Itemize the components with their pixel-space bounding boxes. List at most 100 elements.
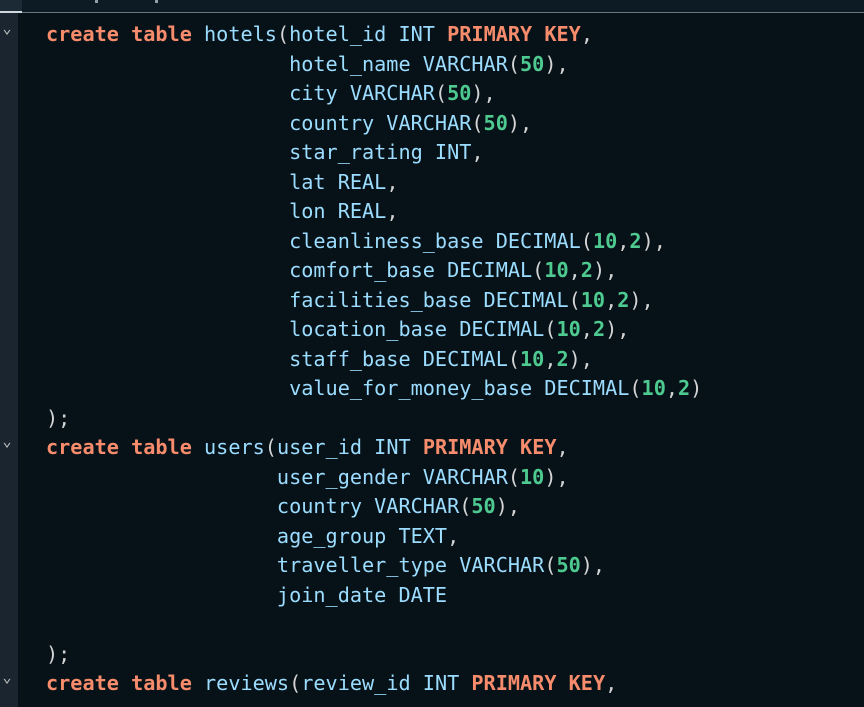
sql-identifier: hotel_id INT: [289, 22, 448, 46]
code-line[interactable]: location_base DECIMAL(10,2),: [46, 315, 629, 344]
sql-punctuation: ,: [568, 258, 581, 282]
code-line[interactable]: country VARCHAR(50),: [46, 109, 532, 138]
sql-punctuation: ),: [568, 346, 593, 371]
sql-punctuation: ): [690, 376, 703, 400]
code-line[interactable]: star_rating INT,: [46, 138, 483, 167]
fold-chevron-icon[interactable]: ⌄: [0, 14, 14, 43]
sql-identifier: value_for_money_base DECIMAL: [46, 376, 630, 400]
fold-chevron-icon[interactable]: ⌄: [0, 427, 14, 456]
sql-identifier: user_id INT: [276, 435, 423, 459]
code-line[interactable]: staff_base DECIMAL(10,2),: [46, 345, 593, 374]
code-line[interactable]: join_date DATE: [46, 581, 447, 610]
sql-number: 50: [447, 81, 472, 105]
sql-number: 10: [520, 346, 545, 371]
sql-punctuation: (: [568, 287, 581, 312]
sql-number: 50: [483, 110, 508, 135]
sql-identifier: review_id INT: [301, 671, 472, 695]
sql-identifier: city VARCHAR: [46, 81, 435, 105]
code-line[interactable]: country VARCHAR(50),: [46, 492, 520, 521]
sql-punctuation: ),: [605, 317, 630, 341]
sql-identifier: join_date DATE: [46, 582, 448, 607]
tab-glyph: [95, 0, 98, 3]
sql-number: 10: [544, 258, 569, 282]
sql-punctuation: ,: [447, 523, 460, 548]
code-line[interactable]: facilities_base DECIMAL(10,2),: [46, 286, 654, 315]
sql-punctuation: ),: [495, 494, 521, 518]
sql-identifier: staff_base DECIMAL: [46, 346, 508, 371]
sql-keyword: create table: [46, 22, 192, 46]
code-line[interactable]: traveller_type VARCHAR(50),: [46, 551, 605, 580]
sql-keyword: create table: [46, 435, 192, 459]
editor-tab-bar: [0, 0, 864, 13]
sql-number: 2: [556, 346, 569, 371]
sql-punctuation: ),: [507, 110, 533, 135]
sql-punctuation: ,: [544, 346, 557, 371]
code-line[interactable]: user_gender VARCHAR(10),: [46, 463, 569, 492]
code-line[interactable]: create table users(user_id INT PRIMARY K…: [46, 433, 569, 462]
code-line[interactable]: value_for_money_base DECIMAL(10,2): [46, 374, 702, 403]
sql-keyword: create table: [46, 671, 192, 695]
sql-punctuation: ,: [580, 317, 593, 341]
sql-keyword: PRIMARY KEY: [447, 22, 581, 46]
sql-identifier: hotel_name VARCHAR: [46, 51, 508, 76]
sql-number: 2: [629, 228, 642, 253]
code-line[interactable]: hotel_name VARCHAR(50),: [46, 50, 569, 79]
sql-punctuation: (: [276, 22, 290, 46]
code-line[interactable]: comfort_base DECIMAL(10,2),: [46, 256, 617, 285]
sql-punctuation: ),: [471, 81, 496, 105]
sql-punctuation: (: [434, 81, 448, 105]
sql-identifier: facilities_base DECIMAL: [46, 287, 569, 312]
sql-number: 2: [580, 258, 593, 282]
sql-punctuation: ),: [592, 258, 618, 282]
sql-punctuation: );: [46, 641, 71, 666]
sql-identifier: cleanliness_base DECIMAL: [46, 228, 581, 253]
sql-punctuation: ,: [605, 671, 618, 695]
code-line[interactable]: city VARCHAR(50),: [46, 79, 496, 108]
sql-punctuation: ,: [580, 22, 593, 46]
sql-identifier: hotels: [191, 22, 277, 46]
sql-identifier: age_group TEXT: [46, 523, 448, 548]
sql-punctuation: (: [544, 317, 557, 341]
sql-identifier: comfort_base DECIMAL: [46, 258, 533, 282]
sql-punctuation: (: [289, 671, 302, 695]
sql-identifier: reviews: [191, 671, 290, 695]
sql-punctuation: ,: [605, 287, 618, 312]
sql-identifier: traveller_type VARCHAR: [46, 553, 545, 577]
fold-chevron-icon[interactable]: ⌄: [0, 663, 14, 692]
sql-identifier: lat REAL: [46, 169, 387, 194]
sql-punctuation: (: [264, 435, 277, 459]
code-line[interactable]: create table hotels(hotel_id INT PRIMARY…: [46, 20, 593, 49]
sql-punctuation: );: [46, 405, 71, 430]
sql-number: 2: [617, 287, 630, 312]
sql-punctuation: (: [629, 376, 642, 400]
code-editor[interactable]: create table hotels(hotel_id INT PRIMARY…: [18, 13, 864, 707]
sql-punctuation: ,: [556, 435, 569, 459]
sql-identifier: user_gender VARCHAR: [46, 464, 508, 489]
active-editor-tab[interactable]: [0, 0, 22, 13]
code-line[interactable]: age_group TEXT,: [46, 522, 459, 551]
sql-identifier: country VARCHAR: [46, 494, 460, 518]
sql-punctuation: ),: [641, 228, 666, 253]
sql-punctuation: (: [532, 258, 545, 282]
sql-identifier: star_rating INT: [46, 140, 472, 164]
tab-glyph: [155, 0, 158, 3]
sql-identifier: country VARCHAR: [46, 110, 472, 135]
sql-number: 10: [556, 317, 581, 341]
sql-punctuation: ),: [629, 287, 654, 312]
code-line[interactable]: );: [46, 404, 70, 433]
sql-punctuation: (: [507, 346, 521, 371]
sql-punctuation: (: [471, 110, 484, 135]
sql-punctuation: ),: [544, 464, 569, 489]
code-line[interactable]: lon REAL,: [46, 197, 398, 226]
sql-punctuation: ,: [665, 376, 679, 400]
code-line[interactable]: create table reviews(review_id INT PRIMA…: [46, 669, 617, 698]
sql-number: 50: [556, 553, 581, 577]
sql-punctuation: (: [544, 553, 557, 577]
sql-punctuation: ),: [580, 553, 606, 577]
code-line[interactable]: cleanliness_base DECIMAL(10,2),: [46, 227, 666, 256]
sql-number: 50: [520, 51, 545, 76]
code-line[interactable]: );: [46, 640, 70, 669]
sql-identifier: location_base DECIMAL: [46, 317, 545, 341]
sql-number: 10: [592, 228, 618, 253]
code-line[interactable]: lat REAL,: [46, 168, 398, 197]
